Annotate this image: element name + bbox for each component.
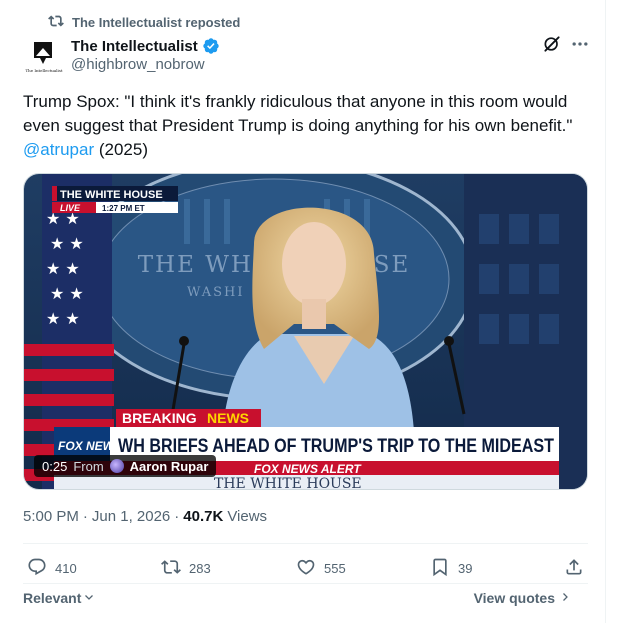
mention-link[interactable]: @atrupar: [23, 140, 94, 159]
video-timestamp: 0:25 From Aaron Rupar: [34, 455, 217, 477]
divider: [23, 583, 588, 584]
views-count: 40.7K: [183, 508, 224, 525]
author-name-row[interactable]: The Intellectualist: [71, 36, 220, 56]
tweet-text: Trump Spox: "I think it's frankly ridicu…: [23, 90, 593, 162]
share-icon: [564, 557, 584, 580]
sort-dropdown[interactable]: Relevant: [23, 590, 95, 606]
verified-badge-icon: [202, 37, 220, 55]
view-quotes-label: View quotes: [473, 590, 555, 606]
like-button[interactable]: 555: [296, 554, 346, 582]
post-metadata: 5:00 PM · Jun 1, 2026 · 40.7K Views: [23, 508, 267, 525]
grok-icon[interactable]: [542, 34, 562, 54]
chyron-location: THE WHITE HOUSE: [60, 189, 163, 201]
bookmark-button[interactable]: 39: [430, 554, 472, 582]
repost-label: The Intellectualist reposted: [72, 14, 241, 30]
more-options-icon[interactable]: [570, 34, 590, 54]
svg-text:★ ★: ★ ★: [50, 284, 84, 303]
repost-button[interactable]: 283: [161, 554, 211, 582]
repost-indicator[interactable]: The Intellectualist reposted: [48, 13, 240, 31]
repost-count: 283: [189, 560, 211, 576]
bookmark-count: 39: [458, 560, 473, 576]
meta-dot: ·: [174, 508, 180, 525]
avatar-caption: The Intellectualist: [26, 68, 63, 73]
tweet-year: (2025): [98, 140, 148, 159]
chevron-right-icon: [559, 590, 571, 606]
video-frame: THE WHITE HOUSE WASHI ★ ★★ ★★ ★ ★ ★★ ★: [24, 174, 587, 490]
news-label: NEWS: [207, 410, 249, 426]
video-source-name[interactable]: Aaron Rupar: [130, 459, 209, 474]
action-bar: 410 283 555 39: [23, 554, 588, 582]
author-handle[interactable]: @highbrow_nobrow: [71, 56, 205, 73]
bookmark-icon: [430, 557, 450, 580]
share-button[interactable]: [564, 554, 584, 582]
video-from-label: From: [73, 458, 104, 474]
reply-button[interactable]: 410: [27, 554, 77, 582]
post-date[interactable]: Jun 1, 2026: [92, 508, 170, 525]
divider: [23, 543, 588, 544]
chevron-down-icon: [83, 590, 95, 606]
view-quotes-link[interactable]: View quotes: [474, 590, 571, 606]
reply-icon: [27, 557, 47, 580]
headline-text: WH BRIEFS AHEAD OF TRUMP'S TRIP TO THE M…: [118, 436, 554, 457]
chyron-live: LIVE: [60, 203, 81, 213]
backdrop-washington: WASHI: [187, 285, 244, 300]
tweet-body: Trump Spox: "I think it's frankly ridicu…: [23, 92, 573, 135]
repost-icon: [161, 557, 181, 580]
fox-news-alert: FOX NEWS ALERT: [254, 462, 362, 476]
post-card: The Intellectualist reposted The Intelle…: [0, 0, 606, 623]
author-name[interactable]: The Intellectualist: [71, 38, 198, 55]
video-duration: 0:25: [42, 458, 68, 474]
svg-text:★ ★: ★ ★: [46, 259, 80, 278]
views-label: Views: [227, 508, 268, 525]
sort-label: Relevant: [23, 590, 82, 606]
chyron-time: 1:27 PM ET: [102, 204, 145, 213]
meta-dot: ·: [82, 508, 88, 525]
reply-count: 410: [55, 560, 77, 576]
fox-logo-text: FOX NEWS: [58, 439, 122, 453]
source-avatar: [109, 459, 124, 473]
backdrop-lower-text: THE WHITE HOUSE: [214, 476, 362, 490]
avatar[interactable]: The Intellectualist: [24, 36, 64, 76]
svg-text:★ ★: ★ ★: [46, 309, 80, 328]
svg-text:★ ★: ★ ★: [50, 234, 84, 253]
heart-icon: [296, 557, 316, 580]
repost-icon: [48, 13, 64, 32]
post-time[interactable]: 5:00 PM: [23, 508, 79, 525]
video-player[interactable]: THE WHITE HOUSE WASHI ★ ★★ ★★ ★ ★ ★★ ★: [23, 173, 588, 490]
breaking-label: BREAKING: [122, 410, 197, 426]
like-count: 555: [324, 560, 346, 576]
